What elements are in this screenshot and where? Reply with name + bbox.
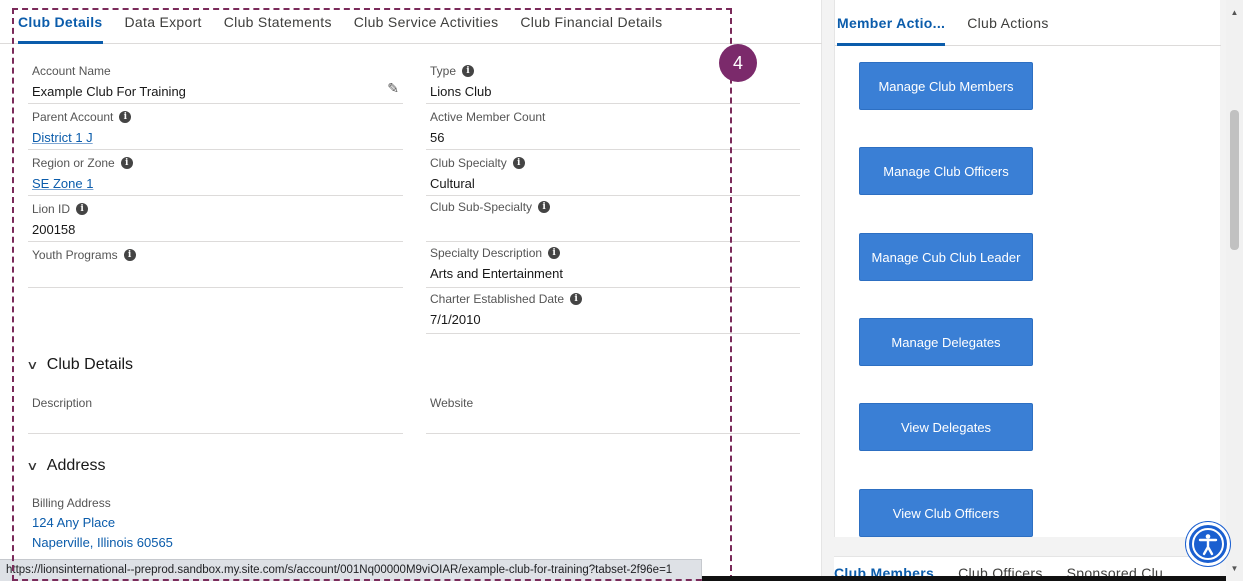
section-address[interactable]: ∨ Address: [26, 457, 106, 475]
section-title: Club Details: [46, 356, 134, 373]
field-website: Website: [426, 390, 800, 434]
manage-club-members-button[interactable]: Manage Club Members: [859, 62, 1033, 110]
field-label: Specialty Description i: [430, 246, 561, 260]
field-specialty-description: Specialty Description i Arts and Entertai…: [426, 242, 800, 288]
field-region-zone: Region or Zone i SE Zone 1: [28, 152, 403, 196]
view-delegates-button[interactable]: View Delegates: [859, 403, 1033, 451]
chevron-down-icon: ∨: [26, 358, 39, 372]
field-value: 200158: [32, 222, 76, 237]
info-icon[interactable]: i: [120, 157, 133, 169]
manage-cub-club-leader-button[interactable]: Manage Cub Club Leader: [859, 233, 1033, 281]
tab-club-statements[interactable]: Club Statements: [224, 0, 332, 44]
taskbar-edge: [702, 576, 1243, 581]
field-lion-id: Lion ID i 200158: [28, 198, 403, 242]
tab-member-actions[interactable]: Member Actio...: [837, 0, 946, 46]
info-icon[interactable]: i: [548, 247, 561, 259]
step-callout-badge: 4: [719, 44, 757, 82]
tab-club-details[interactable]: Club Details: [18, 0, 103, 44]
field-value: Example Club For Training: [32, 84, 186, 99]
info-icon[interactable]: i: [119, 111, 132, 123]
page-scrollbar[interactable]: ▲ ▼: [1226, 0, 1243, 581]
tab-data-export[interactable]: Data Export: [125, 0, 202, 44]
field-active-member-count: Active Member Count 56: [426, 106, 800, 150]
section-title: Address: [46, 457, 106, 474]
field-label: Club Specialty i: [430, 156, 525, 170]
accessibility-icon: [1192, 528, 1224, 560]
chevron-down-icon: ∨: [26, 459, 39, 473]
section-club-details[interactable]: ∨ Club Details: [26, 356, 134, 374]
field-label: Type i: [430, 64, 475, 78]
tab-club-financial-details[interactable]: Club Financial Details: [520, 0, 662, 44]
actions-panel: Member Actio... Club Actions Manage Club…: [834, 0, 1221, 537]
field-club-sub-specialty: Club Sub-Specialty i: [426, 196, 800, 242]
field-label: Parent Account i: [32, 110, 132, 124]
record-tabs: Club Details Data Export Club Statements…: [0, 0, 822, 44]
edit-pencil-icon[interactable]: ✎: [387, 80, 399, 97]
screen: Club Details Data Export Club Statements…: [0, 0, 1243, 581]
field-parent-account: Parent Account i District 1 J: [28, 106, 403, 150]
info-icon[interactable]: i: [462, 65, 475, 77]
manage-delegates-button[interactable]: Manage Delegates: [859, 318, 1033, 366]
info-icon[interactable]: i: [570, 293, 583, 305]
accessibility-button[interactable]: [1186, 522, 1230, 566]
field-label: Description: [32, 396, 93, 410]
billing-address-line2[interactable]: Naperville, Illinois 60565: [32, 535, 173, 550]
field-label: Club Sub-Specialty i: [430, 200, 551, 214]
field-value: 7/1/2010: [430, 312, 481, 327]
tab-club-actions[interactable]: Club Actions: [967, 0, 1048, 46]
field-youth-programs: Youth Programs i: [28, 244, 403, 288]
scroll-up-arrow-icon[interactable]: ▲: [1226, 8, 1243, 20]
field-label: Charter Established Date i: [430, 292, 583, 306]
field-value: 56: [430, 130, 445, 145]
field-value: Cultural: [430, 176, 475, 191]
parent-account-link[interactable]: District 1 J: [32, 130, 93, 145]
field-account-name: Account Name Example Club For Training ✎: [28, 60, 403, 104]
field-value: Lions Club: [430, 84, 492, 99]
info-icon[interactable]: i: [76, 203, 89, 215]
browser-status-url: https://lionsinternational--preprod.sand…: [0, 559, 702, 581]
field-club-specialty: Club Specialty i Cultural: [426, 152, 800, 196]
club-record-panel: Club Details Data Export Club Statements…: [0, 0, 822, 581]
field-label: Active Member Count: [430, 110, 546, 124]
field-label: Website: [430, 396, 474, 410]
field-label: Youth Programs i: [32, 248, 136, 262]
field-description: Description: [28, 390, 403, 434]
scroll-thumb[interactable]: [1230, 110, 1239, 250]
billing-address-line1[interactable]: 124 Any Place: [32, 515, 115, 530]
field-value: Arts and Entertainment: [430, 266, 563, 281]
view-club-officers-button[interactable]: View Club Officers: [859, 489, 1033, 537]
info-icon[interactable]: i: [512, 157, 525, 169]
field-charter-date: Charter Established Date i 7/1/2010: [426, 288, 800, 334]
region-zone-link[interactable]: SE Zone 1: [32, 176, 93, 191]
billing-address-label: Billing Address: [32, 496, 111, 510]
field-label: Account Name: [32, 64, 111, 78]
info-icon[interactable]: i: [538, 201, 551, 213]
field-label: Region or Zone i: [32, 156, 133, 170]
action-tabs: Member Actio... Club Actions: [835, 0, 1221, 46]
field-label: Lion ID i: [32, 202, 89, 216]
scroll-down-arrow-icon[interactable]: ▼: [1226, 564, 1243, 576]
tab-club-service-activities[interactable]: Club Service Activities: [354, 0, 499, 44]
manage-club-officers-button[interactable]: Manage Club Officers: [859, 147, 1033, 195]
info-icon[interactable]: i: [123, 249, 136, 261]
